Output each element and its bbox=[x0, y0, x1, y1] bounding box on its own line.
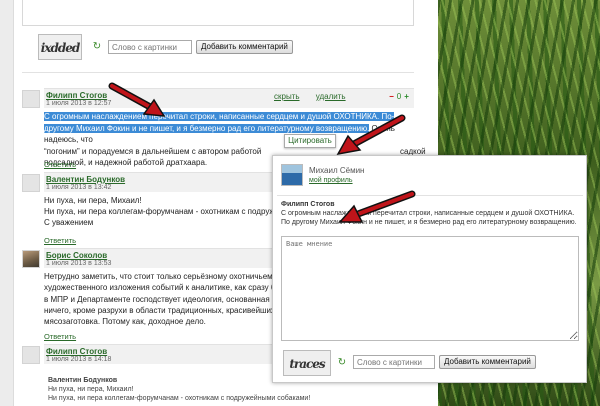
delete-link[interactable]: удалить bbox=[316, 92, 346, 101]
comment-textarea[interactable] bbox=[281, 236, 579, 341]
top-comment-box bbox=[22, 0, 414, 26]
vote-minus-button[interactable]: − bbox=[389, 92, 394, 101]
avatar bbox=[22, 250, 40, 268]
avatar bbox=[22, 346, 40, 364]
quote-text: С огромным наслаждением перечитал строки… bbox=[281, 210, 577, 226]
profile-link[interactable]: мой профиль bbox=[309, 177, 353, 184]
vote-widget: −0 + bbox=[384, 91, 414, 103]
cite-button[interactable]: Цитировать bbox=[284, 134, 336, 148]
comment-actions: скрыть удалить bbox=[274, 92, 360, 101]
comment-author[interactable]: Филипп Стогов bbox=[46, 91, 107, 100]
hide-link[interactable]: скрыть bbox=[274, 92, 300, 101]
comment-header: Филипп Стогов 1 июля 2013 в 12:57 скрыть… bbox=[44, 88, 414, 108]
refresh-captcha-icon[interactable]: ↻ bbox=[337, 358, 347, 368]
vote-count: 0 bbox=[396, 92, 402, 101]
captcha-input[interactable] bbox=[353, 355, 435, 369]
avatar bbox=[22, 174, 40, 192]
reply-link[interactable]: Ответить bbox=[44, 160, 76, 169]
add-comment-button[interactable]: Добавить комментарий bbox=[439, 355, 536, 369]
reply-popup: Михаил Сёмин мой профиль Филипп Стогов С… bbox=[272, 155, 587, 383]
comment-date: 1 июля 2013 в 14:18 bbox=[46, 356, 112, 363]
comment-author[interactable]: Филипп Стогов bbox=[46, 347, 107, 356]
comment-text-part: “погоним” и порадуемся в дальнейшем с ав… bbox=[44, 146, 262, 156]
refresh-captcha-icon[interactable]: ↻ bbox=[92, 42, 102, 52]
reply-link[interactable]: Ответить bbox=[44, 236, 76, 245]
comment-date: 1 июля 2013 в 12:57 bbox=[46, 100, 112, 107]
comment-author[interactable]: Валентин Бодунков bbox=[46, 175, 125, 184]
captcha-image: traces bbox=[283, 350, 331, 376]
annotation-arrow-icon bbox=[336, 114, 406, 156]
captcha-input[interactable] bbox=[108, 40, 192, 54]
quote-author: Филипп Стогов bbox=[281, 201, 335, 208]
annotation-arrow-icon bbox=[108, 82, 166, 117]
avatar bbox=[22, 90, 40, 108]
comment-date: 1 июля 2013 в 13:53 bbox=[46, 260, 112, 267]
quote-line: Ни пуха, ни пера коллегам-форумчанам - о… bbox=[48, 395, 311, 402]
user-name: Михаил Сёмин bbox=[309, 166, 365, 175]
quote-line: Ни пуха, ни пера, Михаил! bbox=[48, 386, 134, 393]
left-strip bbox=[0, 0, 14, 406]
add-comment-button[interactable]: Добавить комментарий bbox=[196, 40, 293, 54]
comment-date: 1 июля 2013 в 13:42 bbox=[46, 184, 112, 191]
divider bbox=[22, 72, 414, 73]
popup-user: Михаил Сёмин мой профиль bbox=[281, 164, 581, 190]
top-comment-form: ixdded ↻ Добавить комментарий bbox=[22, 26, 414, 68]
comment-author[interactable]: Борис Соколов bbox=[46, 251, 107, 260]
reply-link[interactable]: Ответить bbox=[44, 332, 76, 341]
divider bbox=[277, 195, 583, 196]
user-avatar bbox=[281, 164, 303, 186]
annotation-arrow-icon bbox=[338, 190, 416, 223]
captcha-image: ixdded bbox=[38, 34, 82, 60]
vote-plus-button[interactable]: + bbox=[404, 92, 409, 101]
popup-quote: Филипп Стогов С огромным наслаждением пе… bbox=[281, 200, 581, 230]
